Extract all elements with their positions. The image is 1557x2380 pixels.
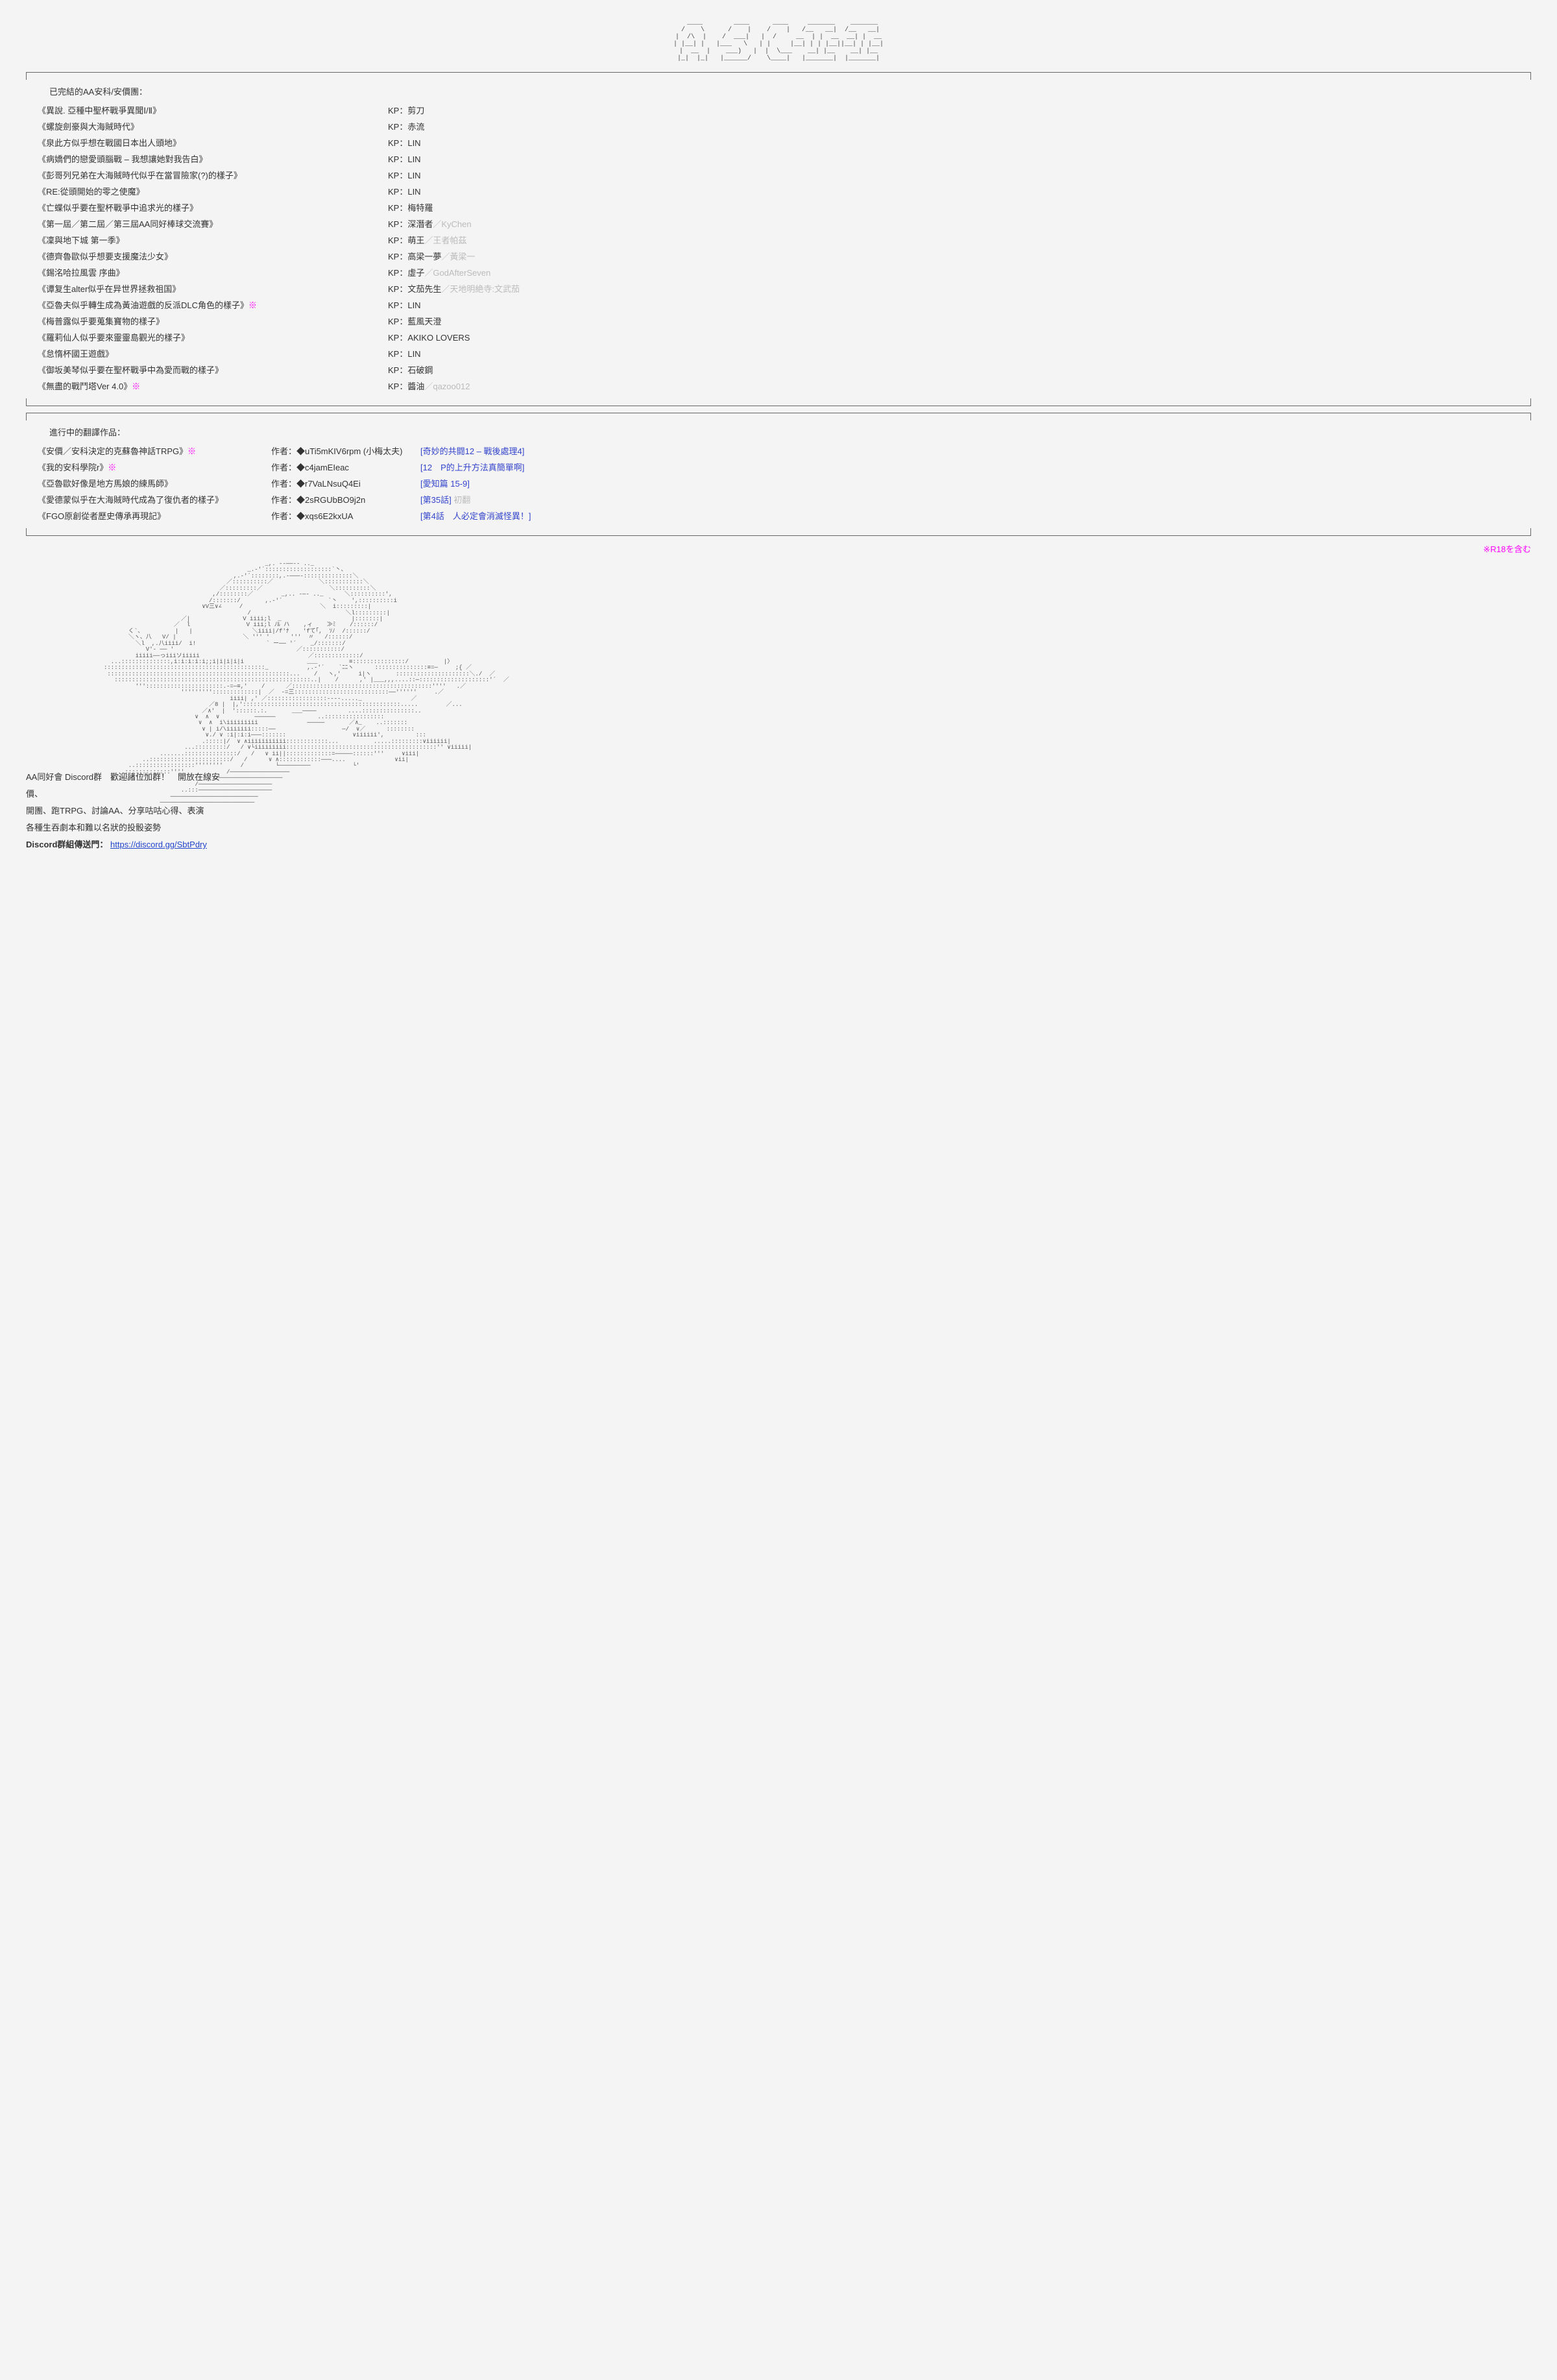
work-title[interactable]: 《病嬌們的戀愛頭腦戰 – 我想讓她對我告白》 (38, 154, 207, 164)
kp-name: KP：LIN (388, 138, 421, 148)
kp-alt: ／王者帕茲 (424, 236, 466, 245)
work-title[interactable]: 《泉此方似乎想在戰國日本出人頭地》 (38, 138, 181, 148)
completed-work-row: 《梅普露似乎要蒐集寶物的樣子》 KP：藍風天澄 (32, 315, 1525, 327)
discord-line3: 各種生吞劇本和難以名狀的投骰姿勢 (26, 820, 221, 836)
ascii-art: _,. --──-- .._ _.-'´:::::::::::::::::::`… (104, 561, 1531, 807)
chapter-note: 初翻 (452, 495, 471, 505)
completed-work-row: 《羅莉仙人似乎要來靈靈島觀光的樣子》 KP：AKIKO LOVERS (32, 331, 1525, 343)
work-title[interactable]: 《凜與地下城 第一季》 (38, 236, 125, 245)
kp-name: KP：高梁一夢 (388, 252, 441, 261)
chapter-link[interactable]: [第4話 人必定會消滅怪異！] (420, 511, 531, 521)
completed-work-row: 《怠惰杯國王遊戲》 KP：LIN (32, 347, 1525, 359)
completed-work-row: 《錫洺哈拉風雲 序曲》 KP：虛子／GodAfterSeven (32, 266, 1525, 278)
work-title[interactable]: 《我的安科學院r》 (38, 463, 108, 472)
author-name: 作者：◆c4jamEIeac (271, 461, 420, 473)
discord-info: AA同好會 Discord群 歡迎諸位加群！ 開放在線安價、 開團、跑TRPG、… (26, 769, 221, 853)
completed-work-row: 《谭复生alter似乎在异世界拯救祖国》 KP：文茄先生／天地明絶寺:文武茄 (32, 282, 1525, 295)
work-title[interactable]: 《FGO原創從者歷史傳承再現記》 (38, 511, 165, 521)
kp-name: KP：LIN (388, 300, 421, 310)
translation-work-row: 《亞魯歐好像是地方馬娘的練馬師》 作者：◆r7VaLNsuQ4Ei[愛知篇 15-… (32, 477, 1525, 489)
discord-line1: AA同好會 Discord群 歡迎諸位加群！ 開放在線安價、 (26, 769, 221, 803)
work-title[interactable]: 《第一屆／第二屆／第三屆AA同好棒球交流賽》 (38, 219, 217, 229)
work-title[interactable]: 《羅莉仙人似乎要來靈靈島觀光的樣子》 (38, 333, 189, 343)
translation-work-row: 《愛德蒙似乎在大海賊時代成為了復仇者的樣子》 作者：◆2sRGUbBO9j2n[第… (32, 493, 1525, 505)
work-title[interactable]: 《愛德蒙似乎在大海賊時代成為了復仇者的樣子》 (38, 495, 223, 505)
kp-name: KP：LIN (388, 349, 421, 359)
kp-name: KP：深潛者 (388, 219, 433, 229)
r18-note: ※R18を含む (26, 542, 1531, 555)
r18-mark: ※ (248, 300, 257, 310)
section1-title: 已完結的AA安科/安價團： (49, 85, 1525, 97)
work-title[interactable]: 《梅普露似乎要蒐集寶物的樣子》 (38, 317, 164, 326)
kp-name: KP：LIN (388, 187, 421, 197)
work-title[interactable]: 《亞魯夫似乎轉生成為黃油遊戲的反派DLC角色的樣子》 (38, 300, 248, 310)
kp-name: KP：剪刀 (388, 106, 424, 115)
discord-link[interactable]: https://discord.gg/SbtPdry (110, 840, 207, 849)
completed-works-box: 已完結的AA安科/安價團： 《異說. 亞種中聖杯戰爭異聞Ⅰ/Ⅱ》 KP：剪刀《螺旋… (26, 72, 1531, 406)
completed-work-row: 《RE:從頭開始的零之使魔》 KP：LIN (32, 185, 1525, 197)
completed-work-row: 《病嬌們的戀愛頭腦戰 – 我想讓她對我告白》 KP：LIN (32, 152, 1525, 165)
kp-name: KP：萌王 (388, 236, 424, 245)
translation-work-row: 《FGO原創從者歷史傳承再現記》 作者：◆xqs6E2kxUA[第4話 人必定會消… (32, 509, 1525, 522)
work-title[interactable]: 《怠惰杯國王遊戲》 (38, 349, 114, 359)
completed-work-row: 《德齊魯歐似乎想要支援魔法少女》 KP：高梁一夢／黃梁一 (32, 250, 1525, 262)
kp-alt: ／qazoo012 (424, 382, 470, 391)
work-title[interactable]: 《安價／安科決定的克蘇魯神話TRPG》 (38, 446, 187, 456)
kp-name: KP：AKIKO LOVERS (388, 333, 470, 343)
kp-name: KP：梅特羅 (388, 203, 433, 213)
kp-name: KP：赤流 (388, 122, 424, 132)
completed-work-row: 《泉此方似乎想在戰國日本出人頭地》 KP：LIN (32, 136, 1525, 149)
section2-title: 進行中的翻譯作品： (49, 426, 1525, 438)
completed-work-row: 《第一屆／第二屆／第三屆AA同好棒球交流賽》 KP：深潛者／KyChen (32, 217, 1525, 230)
author-name: 作者：◆xqs6E2kxUA (271, 509, 420, 522)
kp-alt: ／KyChen (433, 219, 471, 229)
ascii-title: ____ ____ ____ _______ _______ / \ / | /… (26, 19, 1531, 62)
translation-works-box: 進行中的翻譯作品： 《安價／安科決定的克蘇魯神話TRPG》※作者：◆uTi5mK… (26, 413, 1531, 536)
kp-name: KP：文茄先生 (388, 284, 441, 294)
discord-link-label: Discord群組傳送門： (26, 840, 108, 849)
work-title[interactable]: 《RE:從頭開始的零之使魔》 (38, 187, 145, 197)
kp-name: KP：藍風天澄 (388, 317, 441, 326)
work-title[interactable]: 《德齊魯歐似乎想要支援魔法少女》 (38, 252, 173, 261)
kp-alt: ／天地明絶寺:文武茄 (441, 284, 520, 294)
author-name: 作者：◆r7VaLNsuQ4Ei (271, 477, 420, 489)
chapter-link[interactable]: [奇妙的共闘12 – 戰後處理4] (420, 446, 524, 456)
completed-work-row: 《御坂美琴似乎要在聖杯戰爭中為愛而戰的樣子》 KP：石破鋼 (32, 363, 1525, 376)
r18-mark: ※ (132, 382, 140, 391)
kp-alt: ／GodAfterSeven (424, 268, 490, 278)
work-title[interactable]: 《亞魯歐好像是地方馬娘的練馬師》 (38, 479, 173, 489)
r18-mark: ※ (108, 463, 116, 472)
completed-work-row: 《無盡的戰鬥塔Ver 4.0》※ KP：醬油／qazoo012 (32, 380, 1525, 392)
discord-line2: 開團、跑TRPG、討論AA、分享咕咕心得、表演 (26, 803, 221, 820)
completed-work-row: 《亡蝶似乎要在聖杯戰爭中追求光的樣子》 KP：梅特羅 (32, 201, 1525, 213)
kp-name: KP：LIN (388, 154, 421, 164)
completed-work-row: 《彭哥列兄弟在大海賊時代似乎在當冒險家(?)的樣子》 KP：LIN (32, 169, 1525, 181)
author-name: 作者：◆2sRGUbBO9j2n (271, 493, 420, 505)
work-title[interactable]: 《彭哥列兄弟在大海賊時代似乎在當冒險家(?)的樣子》 (38, 171, 242, 180)
r18-mark: ※ (187, 446, 196, 456)
chapter-link[interactable]: [第35話] (420, 495, 452, 505)
translation-work-row: 《我的安科學院r》※ 作者：◆c4jamEIeac[12 P的上升方法真簡單啊] (32, 461, 1525, 473)
work-title[interactable]: 《亡蝶似乎要在聖杯戰爭中追求光的樣子》 (38, 203, 198, 213)
completed-work-row: 《亞魯夫似乎轉生成為黃油遊戲的反派DLC角色的樣子》※ KP：LIN (32, 298, 1525, 311)
work-title[interactable]: 《御坂美琴似乎要在聖杯戰爭中為愛而戰的樣子》 (38, 365, 223, 375)
kp-name: KP：石破鋼 (388, 365, 433, 375)
work-title[interactable]: 《螺旋劍豪與大海賊時代》 (38, 122, 139, 132)
work-title[interactable]: 《錫洺哈拉風雲 序曲》 (38, 268, 125, 278)
author-name: 作者：◆uTi5mKIV6rpm (小梅太夫) (271, 444, 420, 457)
work-title[interactable]: 《無盡的戰鬥塔Ver 4.0》 (38, 382, 132, 391)
kp-name: KP：LIN (388, 171, 421, 180)
translation-work-row: 《安價／安科決定的克蘇魯神話TRPG》※ 作者：◆uTi5mKIV6rpm (小梅… (32, 444, 1525, 457)
completed-work-row: 《凜與地下城 第一季》 KP：萌王／王者帕茲 (32, 234, 1525, 246)
work-title[interactable]: 《異說. 亞種中聖杯戰爭異聞Ⅰ/Ⅱ》 (38, 106, 161, 115)
work-title[interactable]: 《谭复生alter似乎在异世界拯救祖国》 (38, 284, 180, 294)
completed-work-row: 《異說. 亞種中聖杯戰爭異聞Ⅰ/Ⅱ》 KP：剪刀 (32, 104, 1525, 116)
chapter-link[interactable]: [愛知篇 15-9] (420, 479, 470, 489)
completed-work-row: 《螺旋劍豪與大海賊時代》 KP：赤流 (32, 120, 1525, 132)
kp-name: KP：醬油 (388, 382, 424, 391)
kp-alt: ／黃梁一 (441, 252, 475, 261)
chapter-link[interactable]: [12 P的上升方法真簡單啊] (420, 463, 524, 472)
kp-name: KP：虛子 (388, 268, 424, 278)
